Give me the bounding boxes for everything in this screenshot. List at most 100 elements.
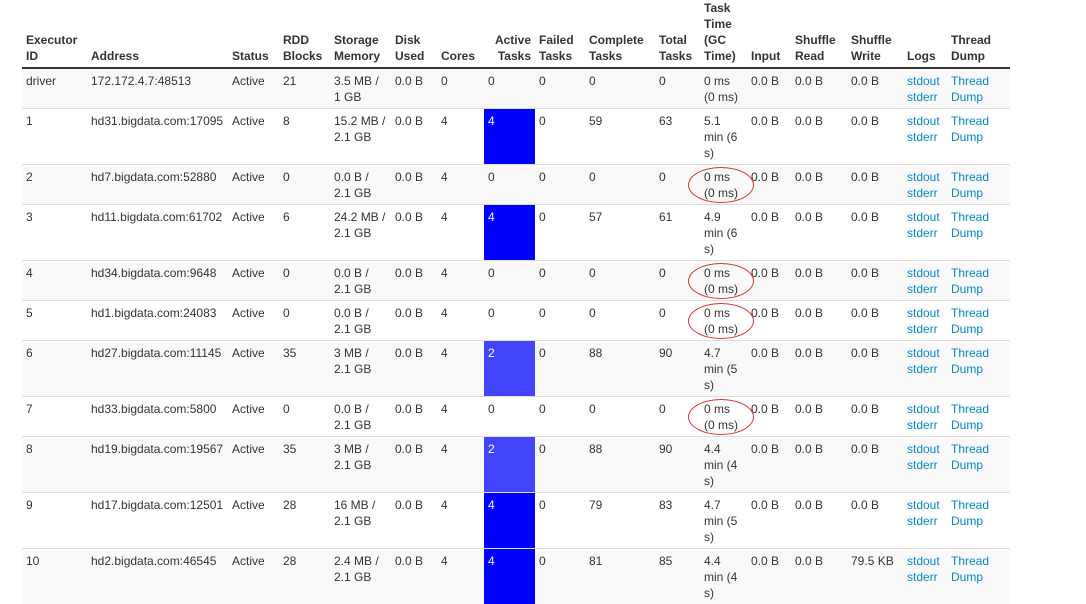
cell-storage: 3.5 MB / 1 GB: [330, 68, 391, 109]
cell-storage: 0.0 B / 2.1 GB: [330, 165, 391, 205]
cell-total: 0: [655, 301, 700, 341]
thread-dump-link[interactable]: Thread Dump: [951, 113, 1006, 145]
stdout-link[interactable]: stdout: [907, 209, 943, 225]
column-header-status[interactable]: Status: [228, 0, 279, 68]
cell-storage: 3 MB / 2.1 GB: [330, 437, 391, 493]
column-header-id[interactable]: Executor ID: [22, 0, 87, 68]
stderr-link[interactable]: stderr: [907, 513, 943, 529]
stderr-link[interactable]: stderr: [907, 569, 943, 585]
stderr-link[interactable]: stderr: [907, 281, 943, 297]
stdout-link[interactable]: stdout: [907, 265, 943, 281]
cell-active: 0: [484, 301, 535, 341]
cell-failed: 0: [535, 493, 585, 549]
table-row: 1hd31.bigdata.com:17095Active815.2 MB / …: [22, 109, 1010, 165]
column-header-shread[interactable]: Shuffle Read: [791, 0, 847, 68]
column-header-dump[interactable]: Thread Dump: [947, 0, 1010, 68]
stderr-link[interactable]: stderr: [907, 89, 943, 105]
cell-rdd: 0: [279, 261, 330, 301]
column-header-complete[interactable]: Complete Tasks: [585, 0, 655, 68]
thread-dump-link[interactable]: Thread Dump: [951, 265, 1006, 297]
stderr-link[interactable]: stderr: [907, 321, 943, 337]
column-header-active[interactable]: Active Tasks: [484, 0, 535, 68]
cell-active: 4: [484, 493, 535, 549]
column-header-storage[interactable]: Storage Memory: [330, 0, 391, 68]
column-header-address[interactable]: Address: [87, 0, 228, 68]
thread-dump-link[interactable]: Thread Dump: [951, 441, 1006, 473]
thread-dump-link[interactable]: Thread Dump: [951, 209, 1006, 241]
stdout-link[interactable]: stdout: [907, 113, 943, 129]
thread-dump-link[interactable]: Thread Dump: [951, 305, 1006, 337]
cell-rdd: 21: [279, 68, 330, 109]
thread-dump-link[interactable]: Thread Dump: [951, 553, 1006, 585]
table-row: 7hd33.bigdata.com:5800Active00.0 B / 2.1…: [22, 397, 1010, 437]
cell-logs: stdoutstderr: [903, 261, 947, 301]
cell-storage: 2.4 MB / 2.1 GB: [330, 549, 391, 604]
column-header-logs[interactable]: Logs: [903, 0, 947, 68]
executors-table: Executor IDAddressStatusRDD BlocksStorag…: [22, 0, 1010, 604]
table-row: driver172.172.4.7:48513Active213.5 MB / …: [22, 68, 1010, 109]
stdout-link[interactable]: stdout: [907, 73, 943, 89]
cell-disk: 0.0 B: [391, 493, 437, 549]
cell-id: 2: [22, 165, 87, 205]
column-header-time[interactable]: Task Time (GC Time): [700, 0, 747, 68]
cell-disk: 0.0 B: [391, 341, 437, 397]
cell-id: 10: [22, 549, 87, 604]
thread-dump-link[interactable]: Thread Dump: [951, 497, 1006, 529]
cell-id: 9: [22, 493, 87, 549]
cell-storage: 0.0 B / 2.1 GB: [330, 397, 391, 437]
thread-dump-link[interactable]: Thread Dump: [951, 169, 1006, 201]
cell-shwrite: 0.0 B: [847, 68, 903, 109]
cell-status: Active: [228, 493, 279, 549]
active-tasks-bar: 0: [484, 261, 535, 300]
active-tasks-bar: 0: [484, 301, 535, 340]
cell-address: hd11.bigdata.com:61702: [87, 205, 228, 261]
executors-table-container: Executor IDAddressStatusRDD BlocksStorag…: [22, 0, 1010, 604]
stdout-link[interactable]: stdout: [907, 305, 943, 321]
thread-dump-link[interactable]: Thread Dump: [951, 73, 1006, 105]
stderr-link[interactable]: stderr: [907, 225, 943, 241]
column-header-rdd[interactable]: RDD Blocks: [279, 0, 330, 68]
cell-cores: 0: [437, 68, 484, 109]
stderr-link[interactable]: stderr: [907, 417, 943, 433]
stdout-link[interactable]: stdout: [907, 441, 943, 457]
stderr-link[interactable]: stderr: [907, 457, 943, 473]
cell-dump: Thread Dump: [947, 109, 1010, 165]
table-row: 4hd34.bigdata.com:9648Active00.0 B / 2.1…: [22, 261, 1010, 301]
column-header-failed[interactable]: Failed Tasks: [535, 0, 585, 68]
stderr-link[interactable]: stderr: [907, 185, 943, 201]
column-header-cores[interactable]: Cores: [437, 0, 484, 68]
column-header-total[interactable]: Total Tasks: [655, 0, 700, 68]
cell-total: 0: [655, 397, 700, 437]
cell-failed: 0: [535, 301, 585, 341]
cell-complete: 79: [585, 493, 655, 549]
cell-shwrite: 0.0 B: [847, 397, 903, 437]
thread-dump-link[interactable]: Thread Dump: [951, 345, 1006, 377]
cell-shread: 0.0 B: [791, 301, 847, 341]
stdout-link[interactable]: stdout: [907, 497, 943, 513]
stderr-link[interactable]: stderr: [907, 361, 943, 377]
column-header-shwrite[interactable]: Shuffle Write: [847, 0, 903, 68]
cell-total: 61: [655, 205, 700, 261]
cell-id: 4: [22, 261, 87, 301]
cell-time: 0 ms (0 ms): [700, 68, 747, 109]
stdout-link[interactable]: stdout: [907, 553, 943, 569]
stdout-link[interactable]: stdout: [907, 169, 943, 185]
cell-address: hd2.bigdata.com:46545: [87, 549, 228, 604]
cell-status: Active: [228, 341, 279, 397]
cell-storage: 0.0 B / 2.1 GB: [330, 301, 391, 341]
cell-cores: 4: [437, 261, 484, 301]
cell-shwrite: 0.0 B: [847, 437, 903, 493]
cell-rdd: 8: [279, 109, 330, 165]
cell-status: Active: [228, 301, 279, 341]
cell-disk: 0.0 B: [391, 549, 437, 604]
cell-status: Active: [228, 68, 279, 109]
column-header-disk[interactable]: Disk Used: [391, 0, 437, 68]
stderr-link[interactable]: stderr: [907, 129, 943, 145]
cell-cores: 4: [437, 549, 484, 604]
cell-id: 8: [22, 437, 87, 493]
column-header-input[interactable]: Input: [747, 0, 791, 68]
stdout-link[interactable]: stdout: [907, 401, 943, 417]
stdout-link[interactable]: stdout: [907, 345, 943, 361]
thread-dump-link[interactable]: Thread Dump: [951, 401, 1006, 433]
cell-id: 6: [22, 341, 87, 397]
